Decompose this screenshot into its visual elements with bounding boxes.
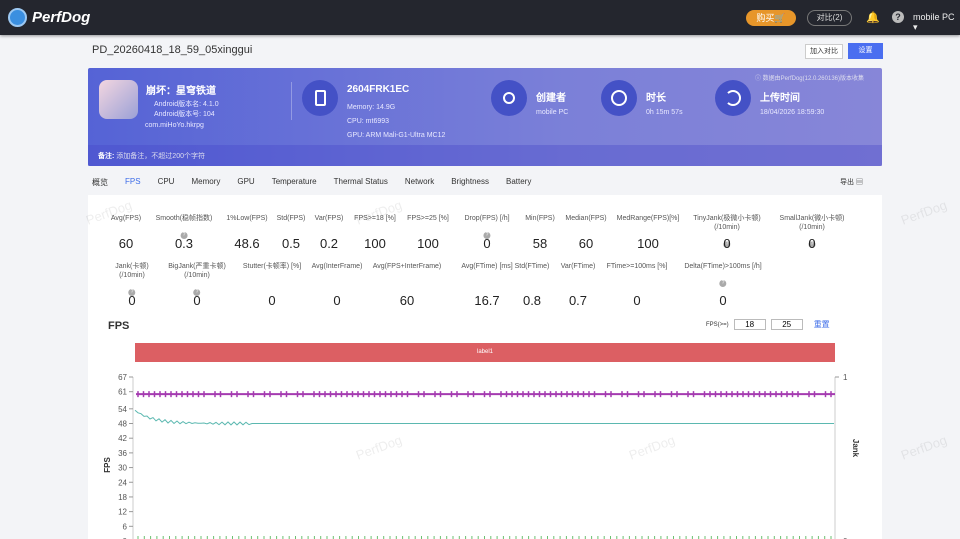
y-tick-label: 6 [123,522,128,531]
series-low-fps-line [134,409,834,426]
y-tick-label: 42 [118,434,127,443]
y-tick-label: 30 [118,464,127,473]
fps-chart: 676154484236302418126010FPSJank [103,373,860,539]
y-tick-label: 36 [118,449,127,458]
y-tick-label: 24 [118,478,127,487]
y2-axis-label: Jank [851,439,860,458]
y-axis-label: FPS [103,457,112,473]
y-tick-label: 54 [118,405,127,414]
y-tick-label: 67 [118,373,127,382]
y-tick-label: 12 [118,508,127,517]
y-tick-label: 18 [118,493,127,502]
y-tick-label: 61 [118,388,127,397]
y2-tick-label: 1 [843,373,848,382]
y-tick-label: 48 [118,420,127,429]
